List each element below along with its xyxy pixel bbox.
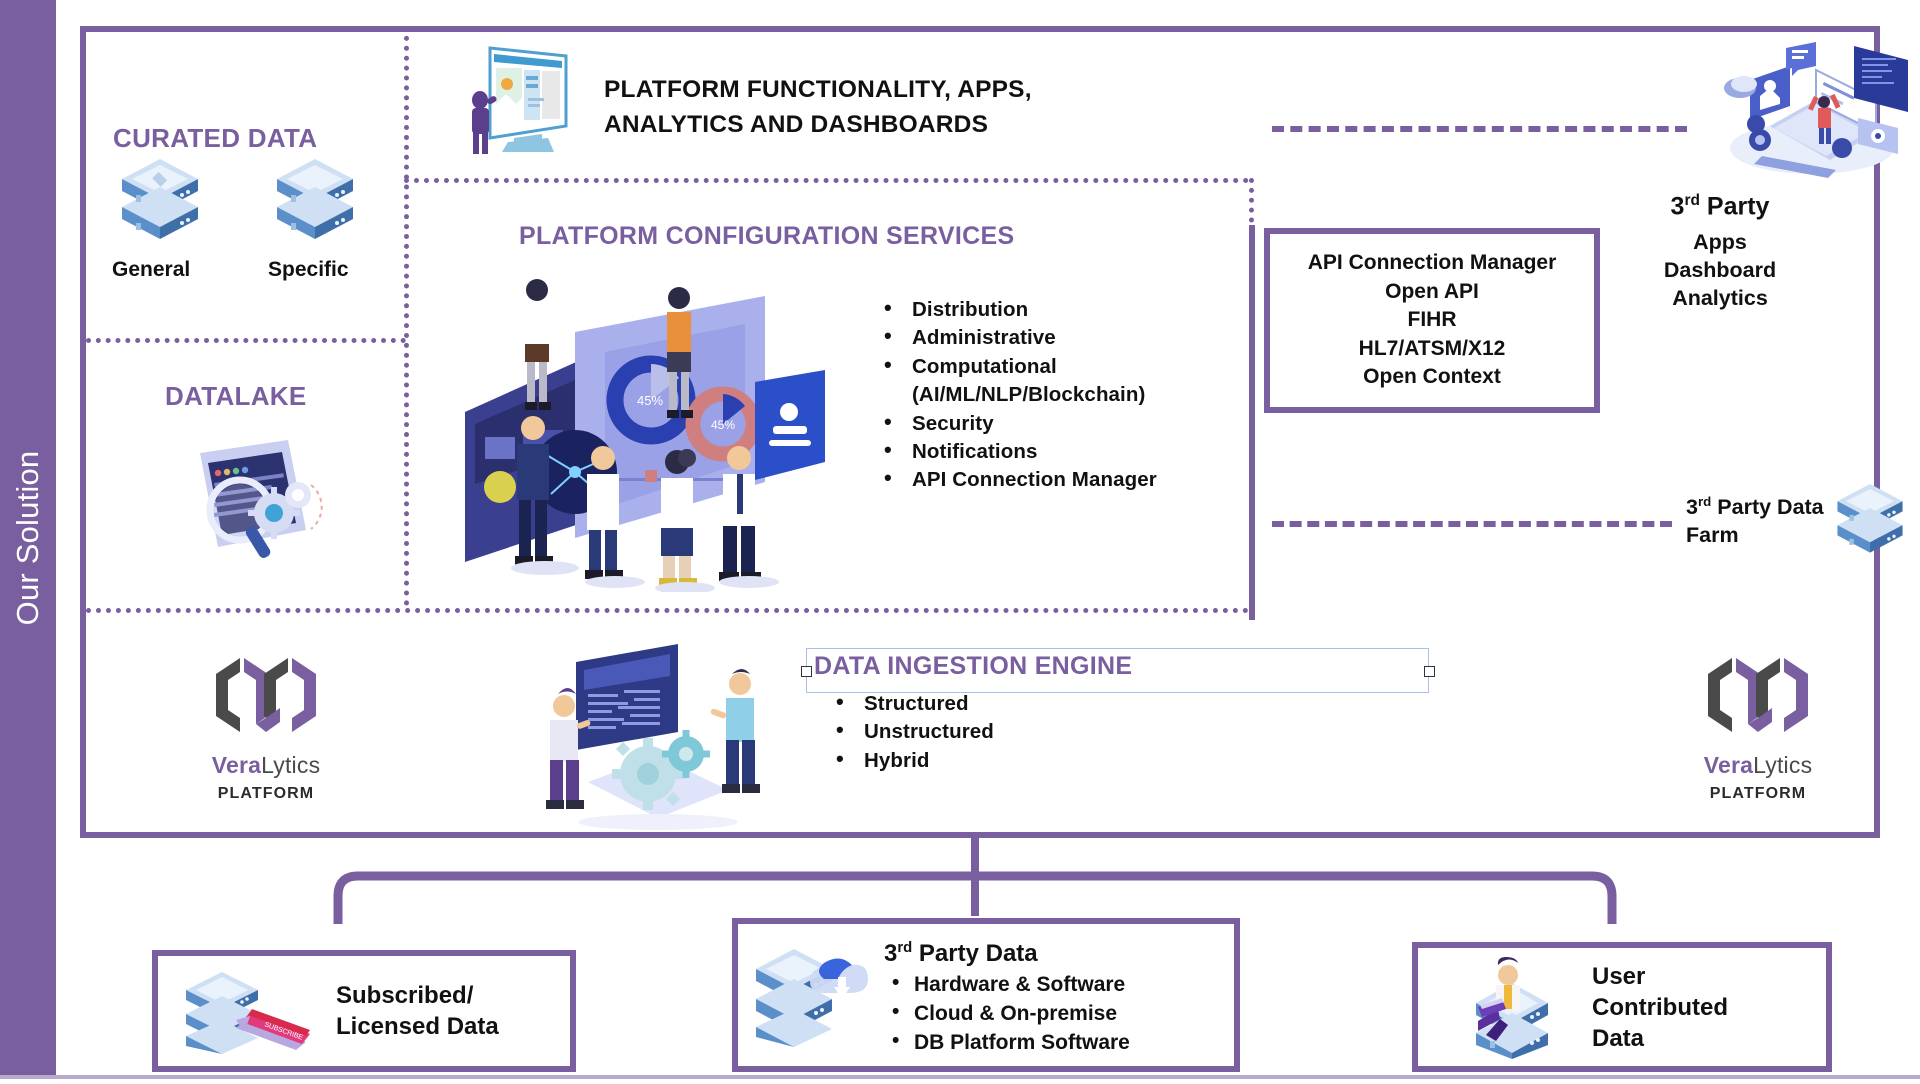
server-stack-icon <box>122 159 198 239</box>
connector-to-third-party <box>1272 126 1687 132</box>
third-party-data-bullet: Hardware & Software <box>884 968 1130 999</box>
svg-text:45%: 45% <box>637 393 663 408</box>
user-contributed-title-line1: User <box>1592 962 1646 990</box>
connector-to-data-farm <box>1272 521 1672 527</box>
logo-name-b: Lytics <box>1753 752 1813 778</box>
veralytics-hexagon-logo <box>1708 658 1808 732</box>
api-line: FIHR <box>1407 308 1457 332</box>
services-bullet: Notifications <box>878 436 1238 466</box>
third-party-sub-line: Analytics <box>1672 286 1768 310</box>
services-bullet: Administrative <box>878 322 1238 352</box>
tpd-prefix: 3 <box>884 940 898 967</box>
selection-handle-right[interactable] <box>1424 666 1435 677</box>
logo-name-a: Vera <box>211 752 262 778</box>
desktop-dashboard-illustration <box>472 46 568 154</box>
server-stack-icon <box>277 159 353 239</box>
user-contributed-title-line2: Contributed <box>1592 993 1728 1021</box>
third-party-sub-line: Dashboard <box>1663 258 1777 282</box>
ingestion-title: DATA INGESTION ENGINE <box>814 652 1133 680</box>
user-contributed-title-line3: Data <box>1592 1024 1645 1052</box>
third-party-data-box: 3rd Party Data Hardware & Software Cloud… <box>732 918 1240 1072</box>
third-party-subtitle: Apps Dashboard Analytics <box>1664 228 1776 312</box>
ingestion-bullet: Hybrid <box>830 745 1130 775</box>
logo-subtitle: PLATFORM <box>1709 785 1807 802</box>
gears-data-illustration <box>546 644 760 830</box>
veralytics-logo-right: VeraLytics PLATFORM <box>1678 648 1838 803</box>
tpd-suffix: Party Data <box>912 940 1038 967</box>
api-line: API Connection Manager <box>1307 251 1557 275</box>
services-right-rule <box>1249 225 1255 620</box>
third-party-data-title: 3rd Party Data <box>884 933 1130 969</box>
services-bullet-continuation: (AI/ML/NLP/Blockchain) <box>912 383 1146 407</box>
third-party-title-prefix: 3 <box>1670 192 1685 221</box>
services-bullet: Distribution <box>878 294 1238 324</box>
banner-title: PLATFORM FUNCTIONALITY, APPS, ANALYTICS … <box>604 76 1032 138</box>
services-bullet-list: Distribution Administrative Computationa… <box>878 294 1238 495</box>
curated-data-title: CURATED DATA <box>113 123 318 153</box>
services-ingestion-divider <box>86 608 1249 613</box>
third-party-title-suffix: Party <box>1699 192 1770 221</box>
veralytics-logo-left: VeraLytics PLATFORM <box>186 648 346 803</box>
subscribe-server-icon: SUBSCRIBE <box>186 972 310 1054</box>
third-party-title-sup: rd <box>1684 192 1700 209</box>
team-analytics-illustration: 45% 45% <box>465 279 825 592</box>
selection-handle-left[interactable] <box>801 666 812 677</box>
user-contributed-data-box: User Contributed Data <box>1412 942 1832 1072</box>
connector-bus <box>333 871 1617 924</box>
third-party-data-bullets: Hardware & Software Cloud & On-premise D… <box>884 968 1130 1057</box>
datalake-title: DATALAKE <box>165 381 307 411</box>
third-party-sub-line: Apps <box>1693 230 1747 254</box>
api-line: Open Context <box>1363 365 1501 389</box>
logo-name-b: Lytics <box>261 752 321 778</box>
ribbon-label: Our Solution <box>10 450 45 625</box>
api-line: HL7/ATSM/X12 <box>1358 336 1506 360</box>
our-solution-ribbon: Our Solution <box>0 0 56 1075</box>
veralytics-hexagon-logo <box>216 658 316 732</box>
tpd-sup: rd <box>897 940 913 956</box>
services-title: PLATFORM CONFIGURATION SERVICES <box>519 222 1015 250</box>
api-line: Open API <box>1385 279 1479 303</box>
banner-services-divider <box>404 178 1249 183</box>
logo-wordmark: VeraLytics <box>186 752 346 779</box>
data-farm-label: 3rd Party Data Farm <box>1686 488 1856 549</box>
third-party-data-bullet: Cloud & On-premise <box>884 997 1130 1028</box>
subscribed-title-line2: Licensed Data <box>336 1013 499 1040</box>
svg-text:45%: 45% <box>711 418 735 432</box>
logo-wordmark: VeraLytics <box>1678 752 1838 779</box>
services-bullet: Computational <box>878 351 1238 381</box>
services-bullet: Security <box>878 408 1238 438</box>
ingestion-bullet-list: Structured Unstructured Hybrid <box>830 688 1130 775</box>
left-column-divider <box>404 26 409 606</box>
curated-item-label-specific: Specific <box>268 258 349 281</box>
services-bullet: API Connection Manager <box>878 464 1238 494</box>
slide-canvas: Our Solution CURATED DATA General Specif… <box>0 0 1920 1084</box>
data-farm-prefix: 3 <box>1686 495 1698 520</box>
person-on-server-icon <box>1476 957 1548 1059</box>
logo-name-a: Vera <box>1703 752 1754 778</box>
third-party-title: 3rd Party <box>1671 192 1770 221</box>
subscribed-data-box: SUBSCRIBE Subscribed/ Licensed Data <box>152 950 576 1072</box>
laptop-devices-illustration <box>1724 42 1908 178</box>
subscribed-title-line1: Subscribed/ <box>336 982 474 1009</box>
server-stack-icon <box>1837 484 1903 553</box>
ingestion-bullet: Unstructured <box>830 716 1130 746</box>
curated-item-label-general: General <box>112 258 191 281</box>
bottom-divider-rule <box>0 1075 1920 1079</box>
third-party-data-bullet: DB Platform Software <box>884 1026 1130 1057</box>
api-connection-manager-box: API Connection Manager Open API FIHR HL7… <box>1264 228 1600 413</box>
datalake-search-gear-icon <box>200 440 323 558</box>
logo-subtitle: PLATFORM <box>217 785 315 802</box>
ingestion-bullet: Structured <box>830 688 1130 718</box>
cloud-server-icon <box>756 949 868 1047</box>
curated-datalake-divider <box>86 338 406 343</box>
data-farm-sup: rd <box>1697 494 1712 509</box>
